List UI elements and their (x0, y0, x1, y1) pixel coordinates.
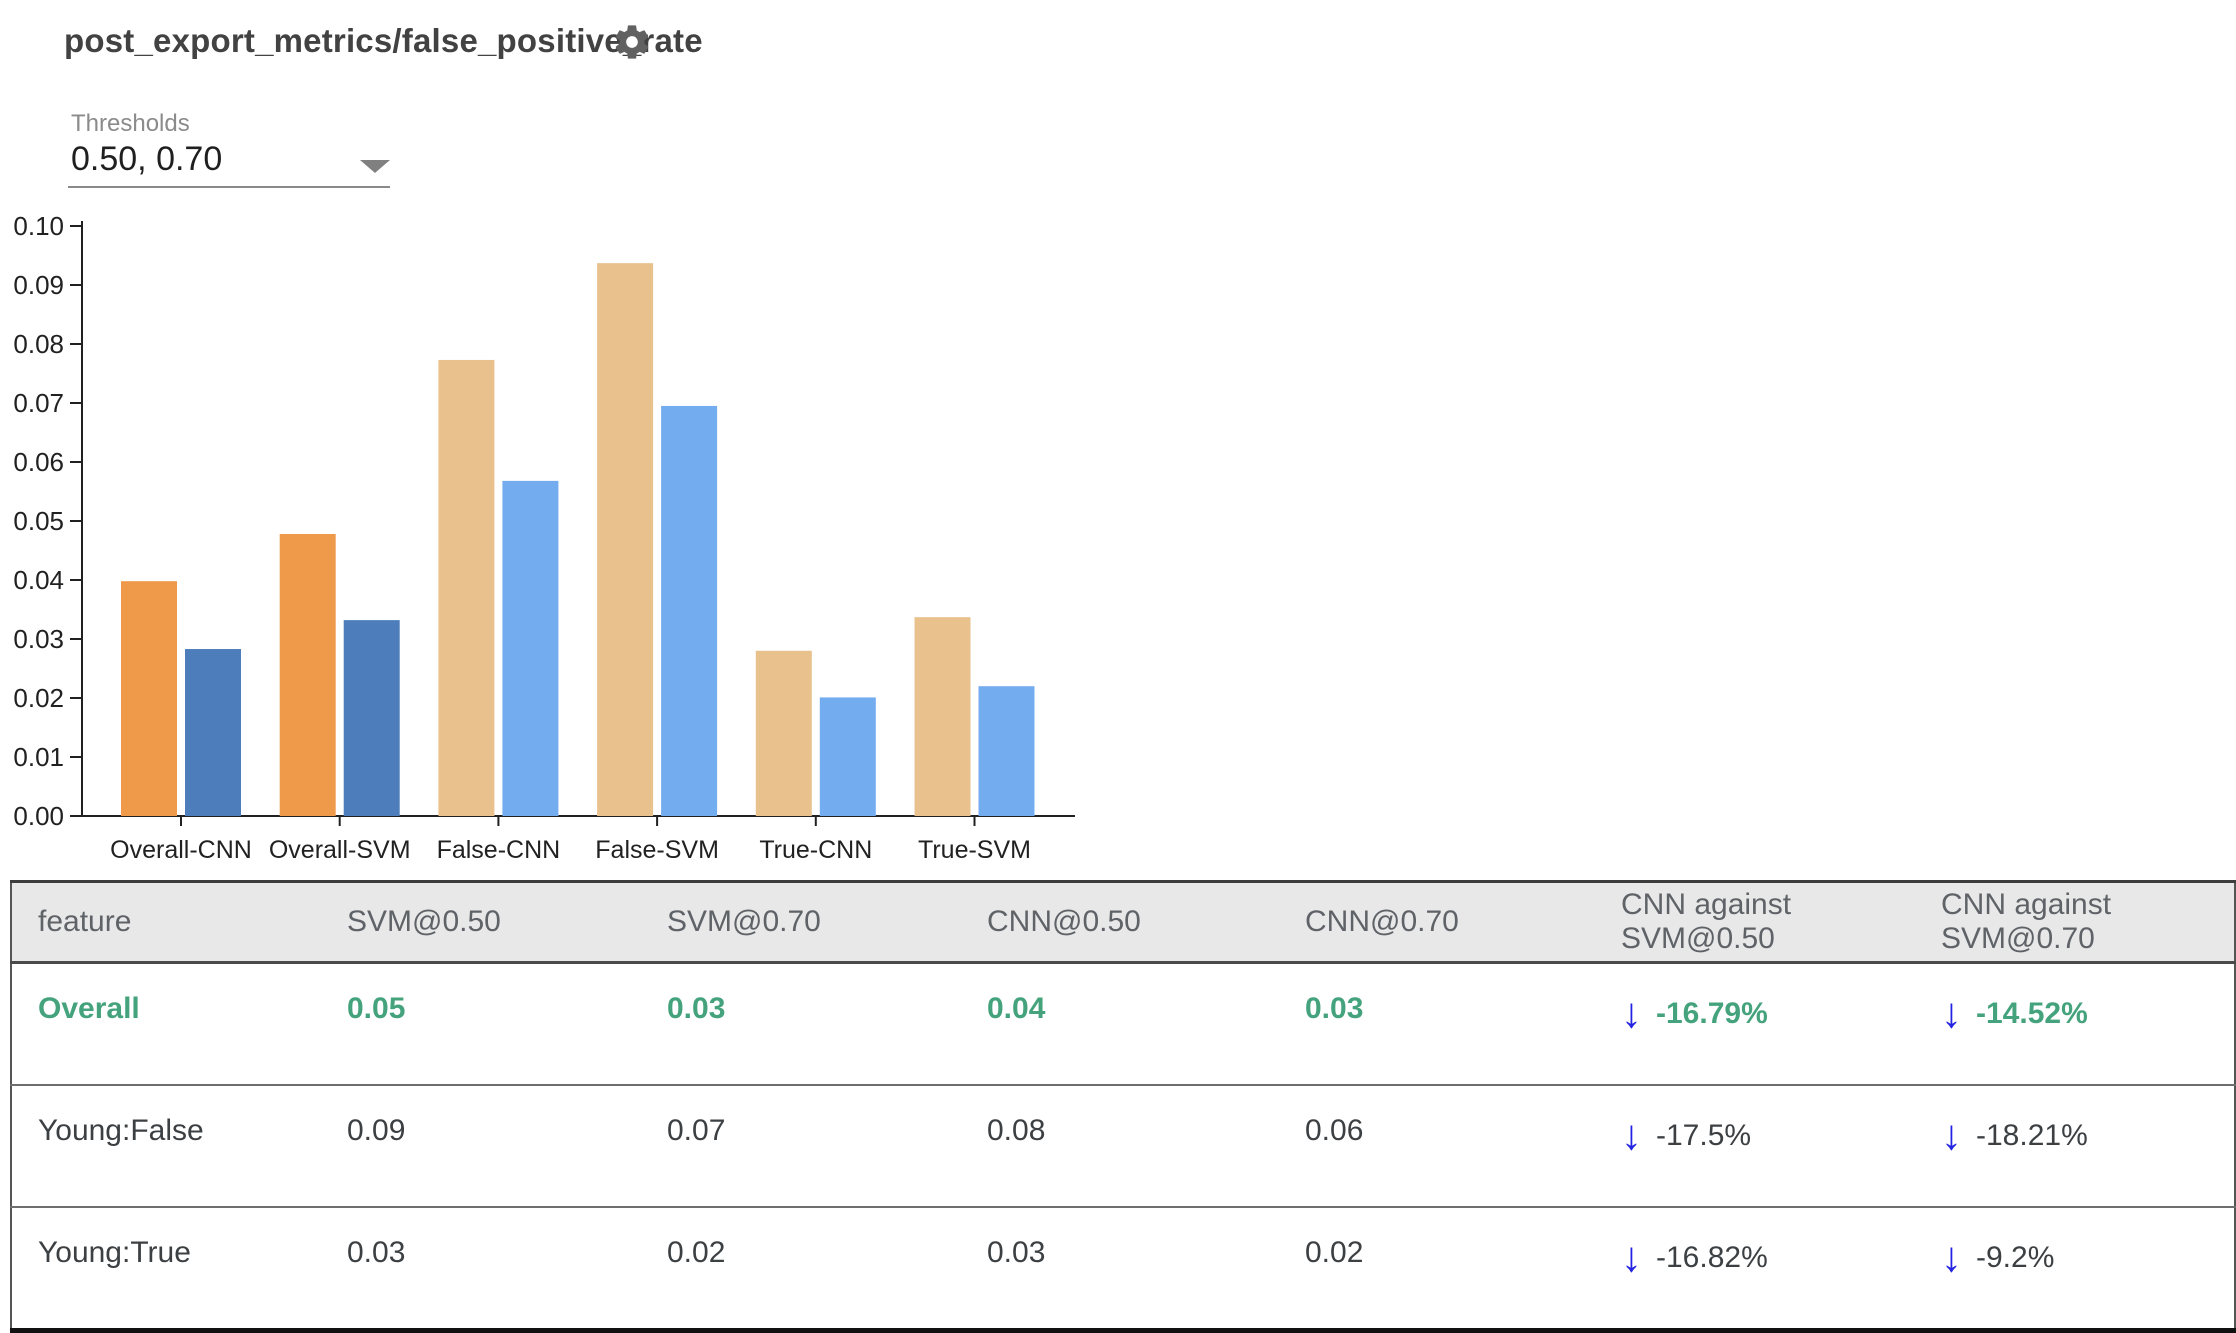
delta-cell: ↓ -9.2% (1921, 1207, 2235, 1331)
delta-cell: ↓ -16.82% (1601, 1207, 1921, 1331)
y-tick-label: 0.05 (13, 506, 64, 536)
bar-False-CNN-@0.70[interactable] (502, 480, 559, 816)
table-row-overall: Overall 0.05 0.03 0.04 0.03 ↓ -16.79% ↓ -1… (11, 962, 2235, 1086)
bar-Overall-SVM-@0.50[interactable] (279, 533, 336, 816)
x-tick-label: True-CNN (759, 836, 872, 864)
value-cell: 0.03 (1285, 962, 1601, 1086)
col-header-cnn-vs-svm-070: CNN against SVM@0.70 (1921, 881, 2235, 964)
bar-True-CNN-@0.70[interactable] (819, 697, 876, 816)
bar-Overall-CNN-@0.50[interactable] (121, 581, 177, 816)
col-header-cnn-070: CNN@0.70 (1285, 881, 1601, 964)
delta-value: -16.79% (1656, 997, 1768, 1030)
x-tick-label: False-CNN (437, 836, 561, 864)
bar-Overall-CNN-@0.70[interactable] (185, 649, 241, 816)
col-header-feature: feature (11, 881, 327, 964)
delta-cell: ↓ -17.5% (1601, 1085, 1921, 1208)
value-cell: 0.04 (967, 962, 1285, 1086)
false-positive-rate-bar-chart[interactable]: 0.00 0.01 0.02 0.03 0.04 0.05 0.06 0.07 0.08 0.09… (0, 0, 1120, 870)
delta-cell: ↓ -16.79% (1601, 962, 1921, 1086)
value-cell: 0.03 (987, 1236, 1046, 1269)
bar-False-SVM-@0.50[interactable] (597, 263, 654, 816)
x-tick-label: Overall-SVM (269, 836, 411, 864)
value-cell: 0.03 (347, 1236, 406, 1269)
y-tick-label: 0.02 (13, 683, 64, 713)
value-cell: 0.05 (327, 962, 647, 1086)
bar-False-SVM-@0.70[interactable] (661, 405, 718, 816)
bar-True-SVM-@0.50[interactable] (914, 617, 971, 816)
col-header-svm-070: SVM@0.70 (647, 881, 967, 964)
table-row-young-true: Young:True 0.03 0.02 0.03 0.02 ↓ -16.82% … (11, 1207, 2235, 1331)
metrics-table: feature SVM@0.50 SVM@0.70 CNN@0.50 CNN@0… (10, 880, 2236, 1333)
bar-Overall-SVM-@0.70[interactable] (343, 620, 400, 816)
down-arrow-icon: ↓ (1941, 1111, 1962, 1158)
col-header-cnn-050: CNN@0.50 (967, 881, 1285, 964)
y-tick-label: 0.04 (13, 565, 64, 595)
bar-True-SVM-@0.70[interactable] (978, 686, 1035, 816)
table-header-row: feature SVM@0.50 SVM@0.70 CNN@0.50 CNN@0… (11, 881, 2235, 964)
feature-cell: Overall (11, 962, 327, 1086)
value-cell: 0.09 (327, 1085, 647, 1208)
delta-cell: ↓ -14.52% (1921, 962, 2235, 1086)
down-arrow-icon: ↓ (1621, 989, 1642, 1036)
value-cell: 0.02 (1305, 1236, 1364, 1269)
feature-cell: Young:False (11, 1085, 327, 1208)
col-header-cnn-vs-svm-050: CNN against SVM@0.50 (1601, 881, 1921, 964)
x-tick-label: True-SVM (918, 836, 1031, 864)
delta-value: -17.5% (1656, 1119, 1752, 1152)
y-tick-label: 0.09 (13, 270, 64, 300)
col-header-svm-050: SVM@0.50 (327, 881, 647, 964)
y-tick-label: 0.00 (13, 801, 64, 831)
delta-value: -18.21% (1976, 1119, 2088, 1152)
y-tick-label: 0.06 (13, 447, 64, 477)
bar-True-CNN-@0.50[interactable] (755, 650, 812, 816)
down-arrow-icon: ↓ (1621, 1233, 1642, 1280)
x-tick-label: Overall-CNN (110, 836, 252, 864)
value-cell: 0.06 (1285, 1085, 1601, 1208)
y-tick-label: 0.01 (13, 742, 64, 772)
y-tick-label: 0.08 (13, 329, 64, 359)
down-arrow-icon: ↓ (1941, 1233, 1962, 1280)
value-cell: 0.07 (647, 1085, 967, 1208)
value-cell: 0.08 (967, 1085, 1285, 1208)
y-tick-label: 0.10 (13, 211, 64, 241)
bar-False-CNN-@0.50[interactable] (438, 359, 495, 816)
feature-cell: Young:True (38, 1236, 191, 1269)
delta-value: -9.2% (1976, 1241, 2055, 1274)
delta-value: -14.52% (1976, 997, 2088, 1030)
down-arrow-icon: ↓ (1941, 989, 1962, 1036)
y-tick-label: 0.03 (13, 624, 64, 654)
delta-value: -16.82% (1656, 1241, 1768, 1274)
x-tick-label: False-SVM (595, 836, 719, 864)
table-row-young-false: Young:False 0.09 0.07 0.08 0.06 ↓ -17.5% … (11, 1085, 2235, 1208)
value-cell: 0.03 (647, 962, 967, 1086)
down-arrow-icon: ↓ (1621, 1111, 1642, 1158)
delta-cell: ↓ -18.21% (1921, 1085, 2235, 1208)
y-tick-label: 0.07 (13, 388, 64, 418)
value-cell: 0.02 (667, 1236, 726, 1269)
